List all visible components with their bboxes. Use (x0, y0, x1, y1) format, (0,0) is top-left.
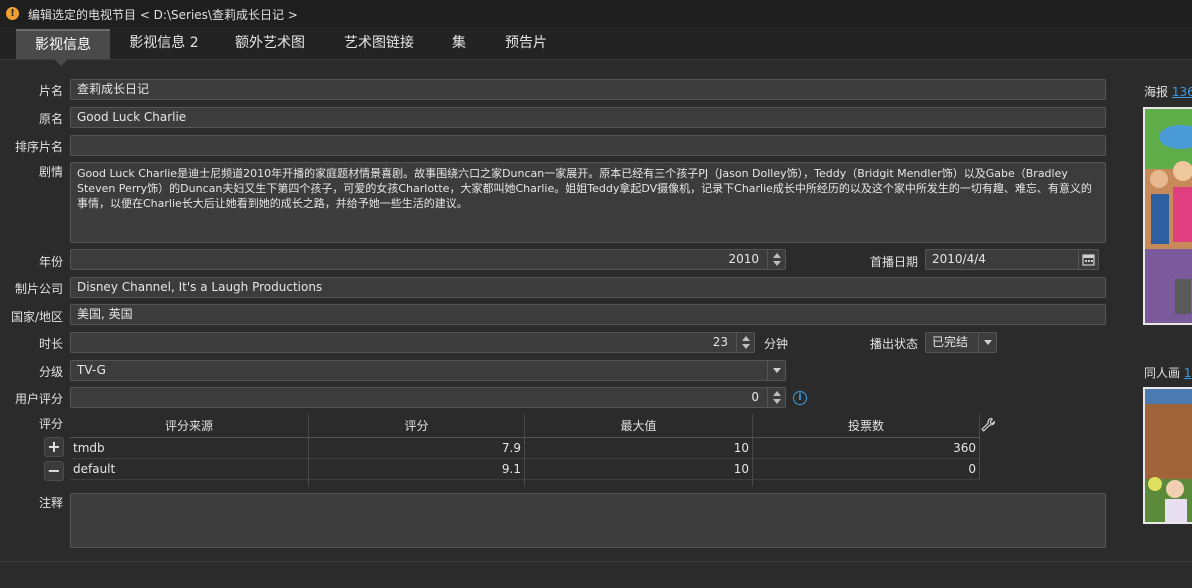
certification-value: TV-G (77, 363, 106, 377)
poster-label: 海报 136 (1144, 83, 1192, 100)
status-label: 播出状态 (869, 337, 918, 351)
sort-title-label: 排序片名 (14, 140, 63, 154)
chevron-down-icon[interactable] (978, 333, 996, 352)
tab-trailers[interactable]: 预告片 (490, 29, 562, 59)
table-row[interactable]: tmdb 7.9 10 360 (70, 438, 980, 459)
cell-votes[interactable]: 360 (753, 438, 980, 459)
cell-rating[interactable]: 7.9 (309, 438, 525, 459)
year-spinner[interactable]: 2010 (70, 249, 786, 270)
poster-size-link[interactable]: 136 (1172, 85, 1192, 99)
original-title-label: 原名 (38, 112, 63, 126)
cell-source[interactable]: default (70, 459, 309, 480)
tab-movie-info-2[interactable]: 影视信息 2 (118, 29, 210, 59)
runtime-spin-buttons[interactable] (736, 333, 754, 352)
country-field[interactable]: 美国, 英国 (70, 304, 1106, 325)
premiered-value: 2010/4/4 (932, 252, 986, 266)
header-rating[interactable]: 评分 (309, 414, 525, 438)
user-rating-label: 用户评分 (14, 392, 63, 406)
certification-label: 分级 (38, 365, 63, 379)
studio-label: 制片公司 (14, 282, 63, 296)
certification-dropdown[interactable]: TV-G (70, 360, 786, 381)
cell-rating[interactable]: 9.1 (309, 459, 525, 480)
cell-votes[interactable]: 0 (753, 459, 980, 480)
wrench-icon[interactable] (980, 417, 996, 433)
user-rating-value: 0 (751, 390, 759, 404)
premiered-label: 首播日期 (869, 255, 918, 269)
header-source[interactable]: 评分来源 (70, 414, 309, 438)
user-rating-spinner[interactable]: 0 (70, 387, 786, 408)
title-bar: ! 编辑选定的电视节目 < D:\Series\查莉成长日记 > (0, 0, 1192, 27)
plot-label: 剧情 (38, 165, 63, 179)
tab-pointer (53, 58, 69, 66)
chevron-down-icon[interactable] (767, 361, 785, 380)
warning-app-icon: ! (6, 7, 19, 20)
ratings-table-header: 评分来源 评分 最大值 投票数 (70, 414, 980, 438)
ratings-table: 评分来源 评分 最大值 投票数 tmdb 7.9 10 360 default … (70, 414, 980, 486)
divider (0, 561, 1192, 562)
notes-label: 注释 (38, 496, 63, 510)
header-votes[interactable]: 投票数 (753, 414, 980, 438)
year-spin-buttons[interactable] (767, 250, 785, 269)
cell-source[interactable]: tmdb (70, 438, 309, 459)
runtime-spinner[interactable]: 23 (70, 332, 755, 353)
table-row[interactable]: default 9.1 10 0 (70, 459, 980, 480)
table-empty-area (70, 480, 980, 486)
runtime-value: 23 (712, 335, 728, 349)
fanart-image[interactable] (1143, 387, 1192, 524)
tab-movie-info[interactable]: 影视信息 (16, 29, 110, 59)
fanart-label: 同人画 1 (1144, 366, 1192, 380)
sort-title-field[interactable] (70, 135, 1106, 156)
window-title: 编辑选定的电视节目 < D:\Series\查莉成长日记 > (28, 8, 298, 22)
user-rating-spin-buttons[interactable] (767, 388, 785, 407)
cell-max[interactable]: 10 (525, 438, 753, 459)
fanart-size-link[interactable]: 1 (1184, 366, 1192, 380)
studio-field[interactable]: Disney Channel, It's a Laugh Productions (70, 277, 1106, 298)
info-icon[interactable]: i (793, 391, 807, 405)
year-label: 年份 (38, 255, 63, 269)
remove-rating-button[interactable]: − (44, 461, 64, 481)
calendar-icon[interactable] (1078, 250, 1098, 269)
tab-extra-artwork[interactable]: 额外艺术图 (222, 29, 318, 59)
runtime-label: 时长 (38, 337, 63, 351)
year-value: 2010 (728, 252, 759, 266)
title-label: 片名 (38, 84, 63, 98)
runtime-unit-label: 分钟 (764, 337, 789, 351)
add-rating-button[interactable]: + (44, 437, 64, 457)
status-dropdown[interactable]: 已完结 (925, 332, 997, 353)
header-max[interactable]: 最大值 (525, 414, 753, 438)
poster-image[interactable] (1143, 107, 1192, 325)
ratings-label: 评分 (38, 417, 63, 431)
original-title-field[interactable]: Good Luck Charlie (70, 107, 1106, 128)
plot-textarea[interactable]: Good Luck Charlie是迪士尼频道2010年开播的家庭题材情景喜剧。… (70, 162, 1106, 243)
status-value: 已完结 (932, 335, 969, 349)
tab-artwork-links[interactable]: 艺术图链接 (330, 29, 428, 59)
notes-textarea[interactable] (70, 493, 1106, 548)
tab-episodes[interactable]: 集 (440, 29, 478, 59)
tab-bar: 影视信息 影视信息 2 额外艺术图 艺术图链接 集 预告片 (0, 27, 1192, 60)
premiered-date-field[interactable]: 2010/4/4 (925, 249, 1099, 270)
title-field[interactable]: 查莉成长日记 (70, 79, 1106, 100)
cell-max[interactable]: 10 (525, 459, 753, 480)
country-label: 国家/地区 (10, 310, 63, 324)
